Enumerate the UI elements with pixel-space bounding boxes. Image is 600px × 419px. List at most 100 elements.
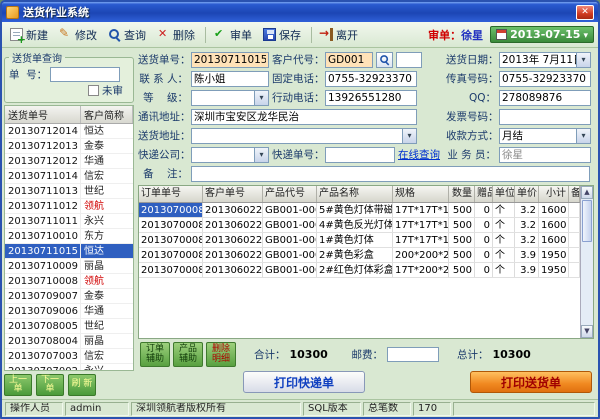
close-button[interactable] (576, 5, 594, 20)
payment-select[interactable]: 月结 (499, 128, 591, 144)
delivery-list-row[interactable]: 20130709006华通 (5, 304, 133, 319)
chevron-down-icon[interactable] (254, 148, 268, 162)
postage-field[interactable] (387, 347, 439, 362)
delivery-list-row[interactable]: 20130707002永兴 (5, 364, 133, 370)
grid-cell[interactable]: 3.2 (515, 203, 539, 217)
grid-header-cell[interactable]: 规格 (393, 186, 449, 202)
customer-extra-field[interactable] (396, 52, 422, 68)
unaudited-checkbox[interactable] (88, 85, 99, 96)
grid-row[interactable]: 201307000822013060228GB001-00042#黄色彩盒200… (139, 248, 580, 263)
grid-cell[interactable]: 20130700082 (139, 248, 203, 262)
grid-cell[interactable]: 2013060228 (203, 248, 263, 262)
grid-header-cell[interactable]: 备注 (569, 186, 580, 202)
save-button[interactable]: 保存 (259, 24, 307, 46)
delivery-address-select[interactable] (191, 128, 417, 144)
salesman-field[interactable] (499, 147, 591, 163)
delivery-list-row[interactable]: 20130712014恒达 (5, 124, 133, 139)
print-delivery-button[interactable]: 打印送货单 (470, 371, 592, 393)
grid-cell[interactable] (569, 248, 580, 262)
chevron-down-icon[interactable] (576, 53, 590, 67)
delivery-date-select[interactable]: 2013年 7月11日 (499, 52, 591, 68)
grid-cell[interactable] (569, 263, 580, 277)
grid-row[interactable]: 201307000822013060228GB001-00072#红色灯体彩盒1… (139, 263, 580, 278)
express-no-field[interactable] (325, 147, 395, 163)
grid-cell[interactable]: 0 (475, 263, 493, 277)
grid-cell[interactable] (569, 203, 580, 217)
contact-field[interactable] (191, 71, 269, 87)
grid-cell[interactable]: 个 (493, 263, 515, 277)
grid-cell[interactable]: GB001-0005 (263, 218, 317, 232)
grid-cell[interactable]: 1600 (539, 218, 569, 232)
remark-field[interactable] (191, 166, 590, 182)
delete-button[interactable]: 删除 (153, 24, 201, 46)
delivery-no-search-input[interactable] (50, 67, 120, 82)
invoice-no-field[interactable] (499, 109, 591, 125)
grid-cell[interactable]: 500 (449, 218, 475, 232)
delivery-list-row[interactable]: 20130710010东方 (5, 229, 133, 244)
order-aux-button[interactable]: 订单辅助 (140, 342, 170, 367)
delivery-list-row[interactable]: 20130707003信宏 (5, 349, 133, 364)
grid-cell[interactable] (569, 218, 580, 232)
delivery-list-row[interactable]: 20130708004丽晶 (5, 334, 133, 349)
grid-cell[interactable]: 个 (493, 233, 515, 247)
grid-cell[interactable]: 3.9 (515, 263, 539, 277)
grid-cell[interactable]: 3.2 (515, 233, 539, 247)
grid-cell[interactable]: 个 (493, 218, 515, 232)
grid-cell[interactable]: 200*200*240 (393, 248, 449, 262)
grid-header-cell[interactable]: 单价 (515, 186, 539, 202)
modify-button[interactable]: 修改 (55, 24, 103, 46)
grid-header-cell[interactable]: 产品代号 (263, 186, 317, 202)
grid-cell[interactable]: 20130700082 (139, 263, 203, 277)
grid-header-cell[interactable]: 赠品 (475, 186, 493, 202)
grid-header-cell[interactable]: 单位 (493, 186, 515, 202)
delivery-list-row[interactable]: 20130708005世纪 (5, 319, 133, 334)
chevron-down-icon[interactable] (576, 129, 590, 143)
delivery-list-row[interactable]: 20130711012领航 (5, 199, 133, 214)
fax-field[interactable] (499, 71, 591, 87)
grid-cell[interactable]: 17T*17T*168 (393, 218, 449, 232)
grid-cell[interactable]: 2013060228 (203, 233, 263, 247)
grid-cell[interactable]: 个 (493, 248, 515, 262)
grid-header-cell[interactable]: 小计 (539, 186, 569, 202)
grid-cell[interactable]: 个 (493, 203, 515, 217)
delivery-list-row[interactable]: 20130709007金泰 (5, 289, 133, 304)
mobile-field[interactable] (325, 90, 417, 106)
grid-cell[interactable]: 3.2 (515, 218, 539, 232)
grid-header-cell[interactable]: 客户单号 (203, 186, 263, 202)
grid-cell[interactable]: 20130700082 (139, 233, 203, 247)
grid-header-cell[interactable]: 订单单号 (139, 186, 203, 202)
grid-cell[interactable]: 500 (449, 248, 475, 262)
chevron-down-icon[interactable] (254, 91, 268, 105)
grid-cell[interactable]: 500 (449, 263, 475, 277)
grid-cell[interactable]: 4#黄色反光灯体 (317, 218, 393, 232)
delivery-list-row[interactable]: 20130711013世纪 (5, 184, 133, 199)
grid-cell[interactable]: 5#黄色灯体带磁铁 (317, 203, 393, 217)
customer-search-button[interactable] (376, 52, 393, 68)
delivery-no-field[interactable] (191, 52, 269, 68)
delivery-list-row[interactable]: 20130710008领航 (5, 274, 133, 289)
grid-cell[interactable]: 2013060228 (203, 263, 263, 277)
grid-cell[interactable]: 0 (475, 203, 493, 217)
chevron-down-icon[interactable] (402, 129, 416, 143)
grid-cell[interactable]: 1#黄色灯体 (317, 233, 393, 247)
grid-cell[interactable]: 20130700082 (139, 218, 203, 232)
date-picker[interactable]: 2013-07-15 (490, 26, 594, 43)
grid-row[interactable]: 201307000822013060226GB001-00054#黄色反光灯体1… (139, 218, 580, 233)
grid-row[interactable]: 201307000822013060226GB001-00035#黄色灯体带磁铁… (139, 203, 580, 218)
grid-cell[interactable]: 2013060226 (203, 218, 263, 232)
print-express-button[interactable]: 打印快递单 (243, 371, 365, 393)
audit-button[interactable]: 审单 (210, 24, 258, 46)
grid-cell[interactable]: 500 (449, 233, 475, 247)
column-header-delivery-no[interactable]: 送货单号 (5, 106, 81, 123)
grid-header-cell[interactable]: 产品名称 (317, 186, 393, 202)
grid-vertical-scrollbar[interactable] (580, 186, 593, 338)
delivery-list-row[interactable]: 20130710009丽晶 (5, 259, 133, 274)
grid-cell[interactable]: 0 (475, 218, 493, 232)
left-aux-button-1[interactable]: 上一单 (4, 374, 32, 396)
leave-button[interactable]: 离开 (316, 24, 364, 46)
grid-cell[interactable]: 1600 (539, 203, 569, 217)
customer-code-field[interactable] (325, 52, 373, 68)
express-company-select[interactable] (191, 147, 269, 163)
grid-cell[interactable]: 17T*17T*168 (393, 233, 449, 247)
grid-cell[interactable]: 2#红色灯体彩盒 (317, 263, 393, 277)
